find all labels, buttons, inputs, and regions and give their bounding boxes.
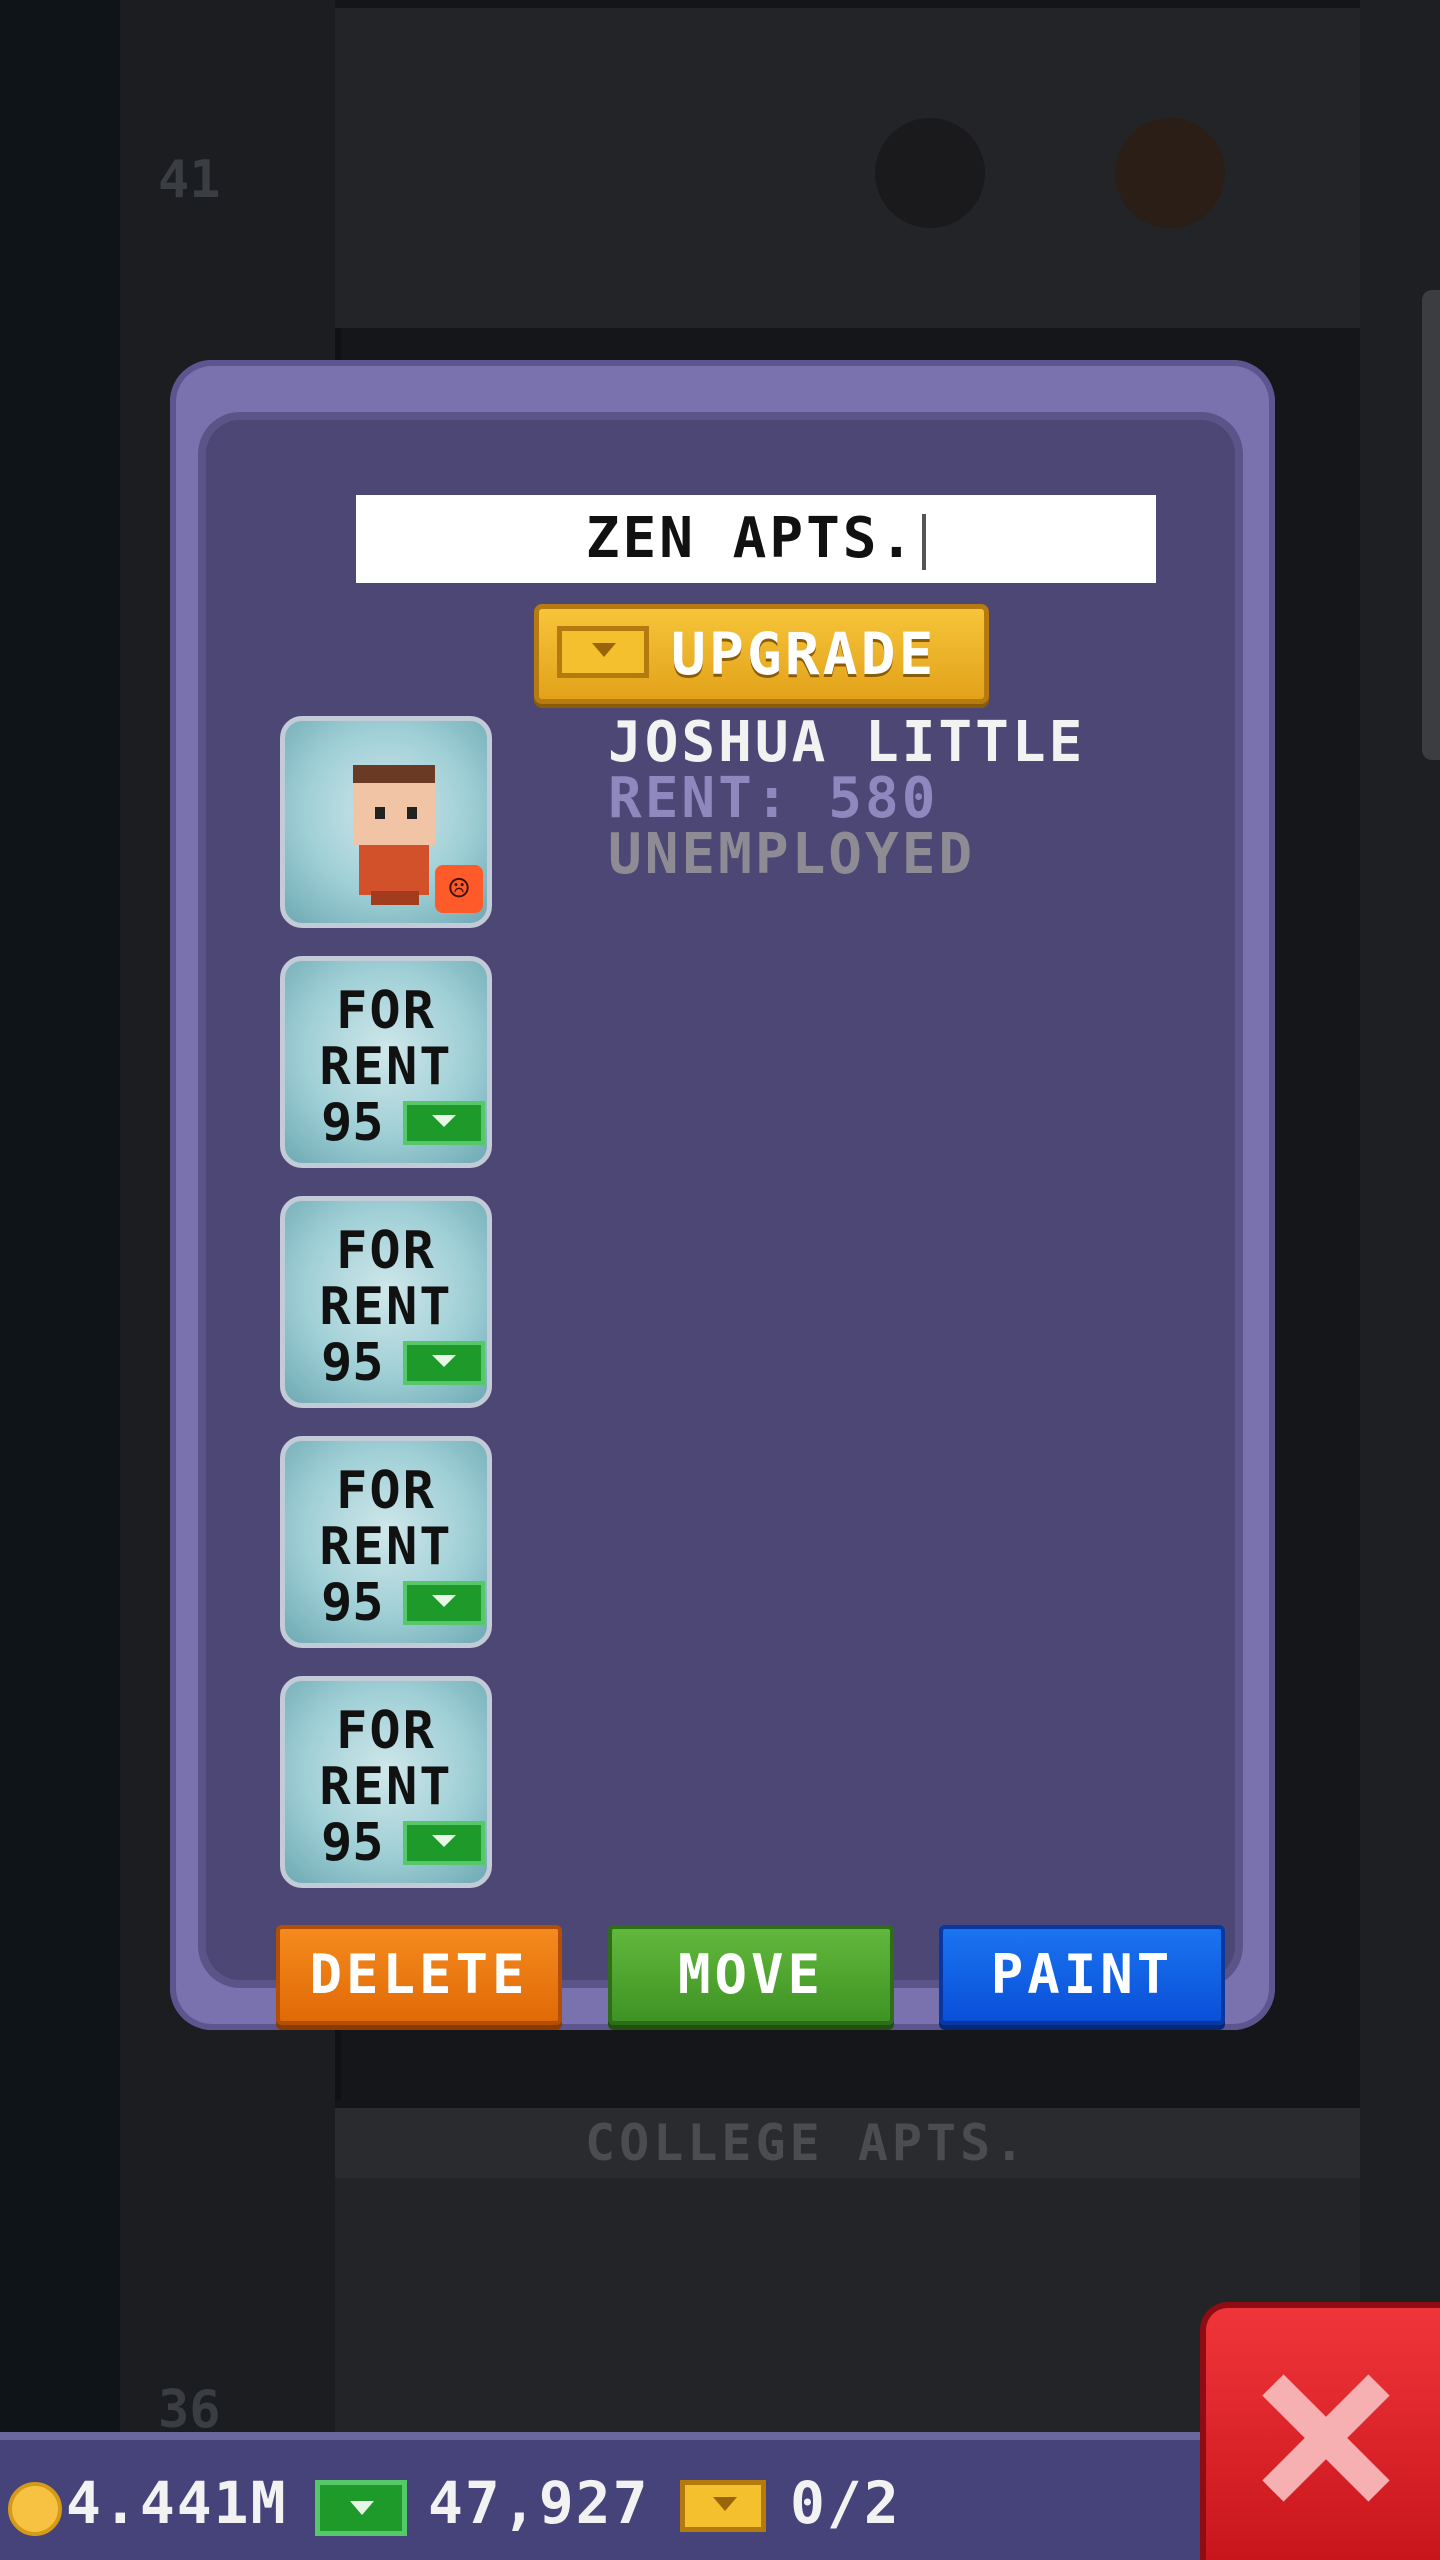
sky-strip (0, 0, 120, 2560)
paint-button[interactable]: PAINT (939, 1925, 1225, 2025)
text-caret (922, 513, 927, 570)
upgrade-button[interactable]: UPGRADE (534, 604, 989, 704)
coin-icon (8, 2482, 62, 2536)
for-label: FOR (336, 1461, 436, 1521)
for-label: FOR (336, 1221, 436, 1281)
background-resident-icon (1115, 118, 1225, 228)
side-scroll-handle[interactable] (1422, 290, 1440, 760)
upgrade-label: UPGRADE (671, 620, 937, 688)
floor-dialog-body: ZEN APTS. UPGRADE ☹ JOSHUA LITTLE RENT: … (206, 420, 1235, 2025)
unit-price: 95 (321, 1333, 384, 1393)
golden-bux-icon (680, 2480, 766, 2532)
delete-button[interactable]: DELETE (276, 1925, 562, 2025)
for-label: FOR (336, 1701, 436, 1761)
bux-cash-icon (403, 1341, 485, 1385)
floor-number-top: 41 (158, 150, 221, 210)
unhappy-face-icon: ☹ (435, 865, 483, 913)
unit-slot-occupied[interactable]: ☹ (280, 716, 492, 928)
golden-bux-icon (557, 626, 649, 678)
bux-cash-icon (403, 1581, 485, 1625)
resident-avatar (345, 765, 445, 905)
floor-number-bottom: 36 (158, 2380, 221, 2440)
floor-name-value: ZEN APTS. (585, 506, 917, 571)
rent-label: RENT (319, 1757, 453, 1817)
bux-cash-icon (403, 1821, 485, 1865)
golden-bux-value: 0/2 (790, 2469, 901, 2537)
rent-label: RENT (319, 1277, 453, 1337)
close-button[interactable] (1200, 2302, 1440, 2560)
unit-slot-vacant[interactable]: FOR RENT 95 (280, 956, 492, 1168)
background-resident-icon (875, 118, 985, 228)
floor-top (335, 0, 1360, 328)
unit-slot-vacant[interactable]: FOR RENT 95 (280, 1196, 492, 1408)
unit-slot-vacant[interactable]: FOR RENT 95 (280, 1676, 492, 1888)
unit-price: 95 (321, 1093, 384, 1153)
unit-slot-vacant[interactable]: FOR RENT 95 (280, 1436, 492, 1648)
bux-cash-icon (403, 1101, 485, 1145)
close-icon (1261, 2373, 1391, 2503)
floor-name-input[interactable]: ZEN APTS. (356, 495, 1156, 583)
bux-cash-value: 47,927 (428, 2469, 650, 2537)
for-label: FOR (336, 981, 436, 1041)
move-button[interactable]: MOVE (608, 1925, 894, 2025)
resident-job: UNEMPLOYED (608, 822, 976, 887)
bux-cash-icon (315, 2480, 407, 2536)
floor-dialog: ZEN APTS. UPGRADE ☹ JOSHUA LITTLE RENT: … (170, 360, 1275, 2030)
unit-price: 95 (321, 1573, 384, 1633)
unit-price: 95 (321, 1813, 384, 1873)
rent-label: RENT (319, 1517, 453, 1577)
rent-label: RENT (319, 1037, 453, 1097)
coins-value: 4.441M (66, 2469, 288, 2537)
floor-title-bottom: COLLEGE APTS. (335, 2108, 1360, 2178)
